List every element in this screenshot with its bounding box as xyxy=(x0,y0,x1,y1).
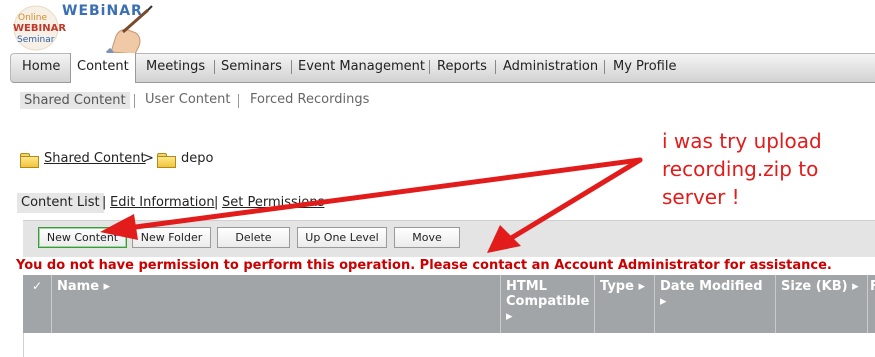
select-all-checkbox[interactable]: ✓ xyxy=(23,275,51,333)
sort-arrow-icon: ▸ xyxy=(638,279,645,294)
permission-error-message: You do not have permission to perform th… xyxy=(16,258,832,273)
folder-icon xyxy=(20,153,39,168)
nav-my-profile[interactable]: My Profile xyxy=(607,53,682,81)
column-name[interactable]: Name ▸ xyxy=(51,275,500,333)
column-date-modified[interactable]: Date Modified ▸ xyxy=(654,275,775,333)
tab-set-permissions[interactable]: Set Permissions xyxy=(222,195,324,210)
column-size[interactable]: Size (KB) ▸ xyxy=(775,275,867,333)
nav-content[interactable]: Content xyxy=(70,53,136,83)
tab-edit-information[interactable]: Edit Information xyxy=(110,195,215,210)
nav-separator xyxy=(429,60,430,74)
column-type[interactable]: Type ▸ xyxy=(594,275,654,333)
tab-separator: | xyxy=(102,195,107,210)
up-one-level-button[interactable]: Up One Level xyxy=(297,227,387,248)
nav-meetings[interactable]: Meetings xyxy=(140,53,211,81)
column-truncated[interactable]: F xyxy=(867,275,875,333)
sort-arrow-icon: ▸ xyxy=(103,279,111,294)
delete-button[interactable]: Delete xyxy=(217,227,290,248)
logo-text: WEBiNAR xyxy=(62,3,143,19)
nav-seminars[interactable]: Seminars xyxy=(215,53,288,81)
move-button[interactable]: Move xyxy=(394,227,460,248)
subnav-shared-content[interactable]: Shared Content xyxy=(20,92,130,109)
subnav-separator xyxy=(238,94,239,108)
sort-arrow-icon: ▸ xyxy=(660,294,667,309)
new-content-button[interactable]: New Content xyxy=(38,227,127,248)
nav-separator xyxy=(604,60,605,74)
logo-badge-seminar: Seminar xyxy=(17,35,55,45)
column-html-compatible[interactable]: HTML Compatible ▸ xyxy=(500,275,594,333)
breadcrumb-separator: > xyxy=(143,151,154,166)
logo-badge-webinar: WEBINAR xyxy=(13,23,66,34)
sort-arrow-icon: ▸ xyxy=(506,309,513,324)
nav-administration[interactable]: Administration xyxy=(497,53,604,81)
nav-home[interactable]: Home xyxy=(16,53,66,81)
breadcrumb-shared-content[interactable]: Shared Content xyxy=(44,151,146,166)
subnav-forced-recordings[interactable]: Forced Recordings xyxy=(250,92,369,107)
folder-icon xyxy=(157,153,176,168)
tab-separator: | xyxy=(214,195,219,210)
nav-reports[interactable]: Reports xyxy=(431,53,493,81)
tab-content-list[interactable]: Content List xyxy=(17,193,104,213)
nav-separator xyxy=(495,60,496,74)
nav-event-management[interactable]: Event Management xyxy=(292,53,431,81)
content-table-body xyxy=(23,333,875,357)
subnav-separator xyxy=(134,94,135,108)
sort-arrow-icon: ▸ xyxy=(852,279,859,294)
annotation-text: i was try upload recording.zip to server… xyxy=(662,129,822,209)
subnav-user-content[interactable]: User Content xyxy=(145,92,230,107)
new-folder-button[interactable]: New Folder xyxy=(132,227,211,248)
logo-badge-online: Online xyxy=(18,13,47,23)
breadcrumb-current: depo xyxy=(181,151,214,166)
